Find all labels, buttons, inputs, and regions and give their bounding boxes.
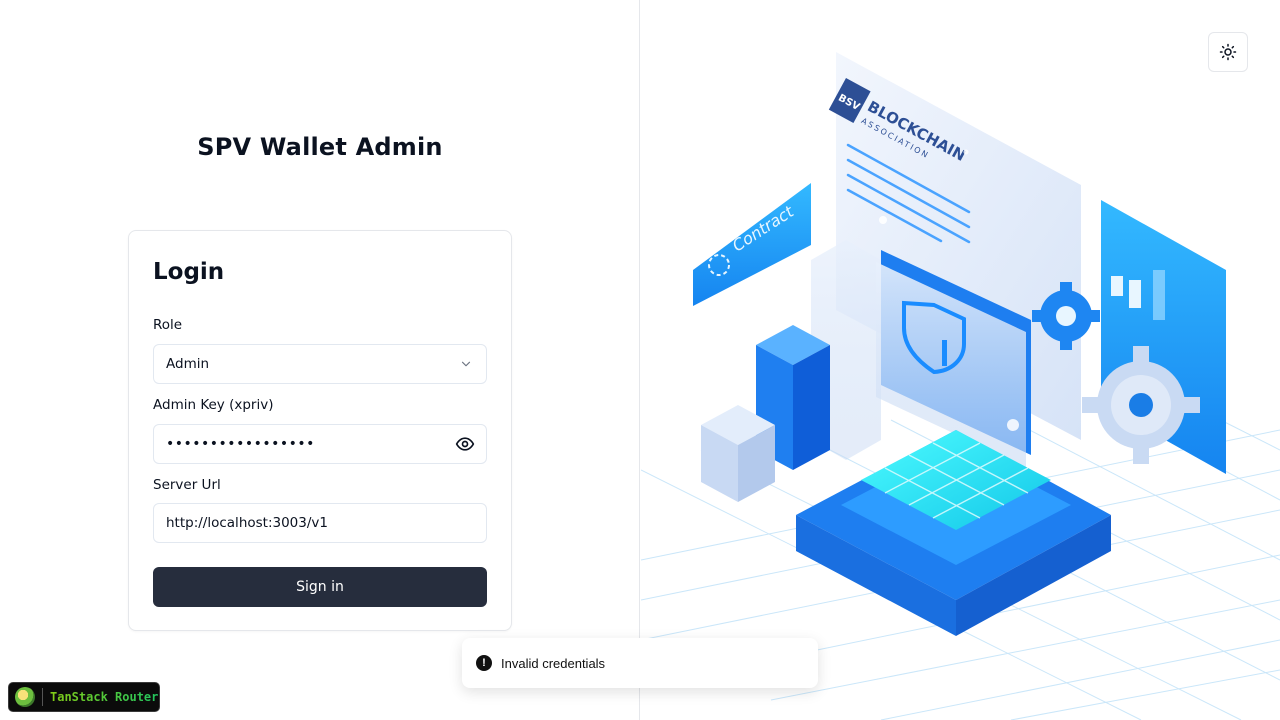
- router-devtools-button[interactable]: TanStack Router: [8, 682, 160, 712]
- admin-key-value: •••••••••••••••••: [166, 436, 315, 452]
- chevron-down-icon: [458, 356, 474, 372]
- login-card: Login Role Admin Admin Key (xpriv) •••••…: [128, 230, 512, 631]
- server-url-input[interactable]: http://localhost:3003/v1: [153, 503, 487, 543]
- toast-message: Invalid credentials: [501, 655, 606, 671]
- eye-icon[interactable]: [454, 433, 476, 455]
- admin-key-label: Admin Key (xpriv): [153, 397, 274, 413]
- sun-icon: [1219, 43, 1237, 61]
- role-select[interactable]: Admin: [153, 344, 487, 384]
- left-panel: SPV Wallet Admin Login Role Admin Admin …: [0, 0, 640, 720]
- login-page: SPV Wallet Admin Login Role Admin Admin …: [0, 0, 1280, 720]
- tanstack-logo-icon: [15, 687, 35, 707]
- illustration-panel: BSV BLOCKCHAIN ASSOCIATION Contract: [641, 0, 1280, 720]
- blockchain-illustration: BSV BLOCKCHAIN ASSOCIATION Contract: [641, 52, 1280, 720]
- server-url-label: Server Url: [153, 477, 221, 493]
- sign-in-button[interactable]: Sign in: [153, 567, 487, 607]
- contract-card: Contract: [693, 183, 811, 306]
- login-title: Login: [153, 259, 225, 285]
- glass-cube: [701, 405, 775, 502]
- base-platform: [796, 430, 1111, 636]
- error-toast: ! Invalid credentials: [462, 638, 818, 688]
- admin-key-input[interactable]: •••••••••••••••••: [153, 424, 487, 464]
- devtools-label: TanStack Router: [50, 690, 159, 704]
- server-url-value: http://localhost:3003/v1: [166, 515, 328, 531]
- role-label: Role: [153, 317, 183, 333]
- role-select-value: Admin: [166, 356, 210, 372]
- theme-toggle-button[interactable]: [1208, 32, 1248, 72]
- devtools-divider: [42, 688, 43, 706]
- alert-circle-icon: !: [476, 655, 492, 671]
- app-title: SPV Wallet Admin: [197, 133, 443, 161]
